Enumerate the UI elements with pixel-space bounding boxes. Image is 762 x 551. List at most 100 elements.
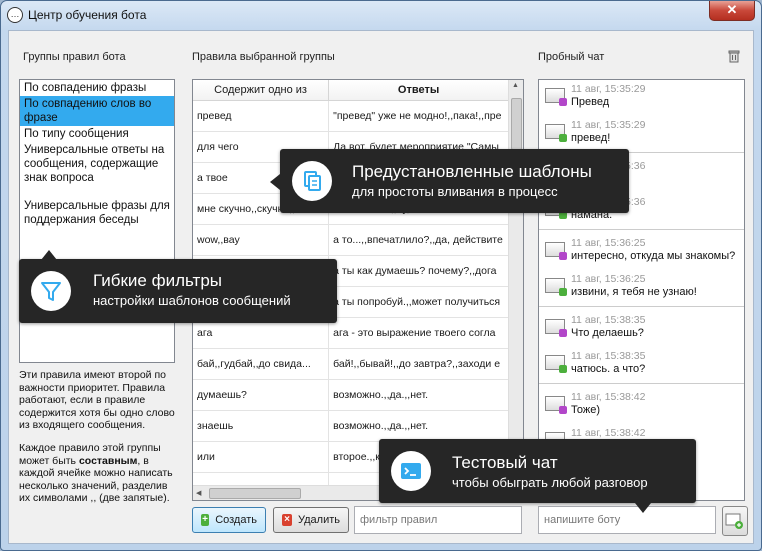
chat-message-input[interactable]: напишите боту [538,506,716,534]
cell-answers[interactable]: возможно.,,да.,,нет. [329,411,509,441]
message-timestamp: 11 авг, 15:36:25 [571,237,646,249]
groups-label: Группы правил бота [23,51,126,63]
main-window: … Центр обучения бота ✕ Группы правил бо… [0,0,762,551]
test-chat-title: Тестовый чат [452,453,558,472]
rule-group-item[interactable]: Универсальные фразы для поддержания бесе… [20,198,174,228]
cell-contains[interactable]: бай,,гудбай,,до свида... [193,349,330,379]
table-row[interactable]: думаешь? возможно.,,да.,,нет. [193,380,509,411]
message-text: Тоже) [571,404,600,416]
cell-answers[interactable]: а ты попробуй.,,может получиться [329,287,509,317]
chat-message: 11 авг, 15:36:25 интересно, откуда мы зна… [539,234,744,270]
cell-answers[interactable]: "превед" уже не модно!,,пака!,,пре [329,101,509,131]
create-rule-button[interactable]: + Создать [192,507,266,533]
chat-message: 11 авг, 15:38:35 чатюсь. а что? [539,347,744,383]
filters-title: Гибкие фильтры [93,271,222,290]
cell-answers[interactable]: бай!,,бывай!,,до завтра?,,заходи е [329,349,509,379]
close-button[interactable]: ✕ [709,1,755,21]
description-priority: Эти правила имеют второй по важности при… [19,369,175,432]
scroll-left-icon[interactable]: ◀ [196,489,201,497]
send-icon [725,513,743,529]
filter-funnel-icon [31,271,71,311]
grid-header: Содержит одно из Ответы [193,80,509,101]
test-chat-callout: Тестовый чат чтобы обыграть любой разгов… [379,439,696,503]
message-timestamp: 11 авг, 15:35:29 [571,119,646,131]
cell-contains[interactable]: знаешь [193,411,330,441]
test-chat-subtitle: чтобы обыграть любой разговор [452,475,648,490]
rule-group-item[interactable]: По совпадению слов во фразе [20,96,174,126]
title-bar[interactable]: … Центр обучения бота ✕ [1,1,761,29]
chat-history[interactable]: 11 авг, 15:35:29 Превед 11 авг, 15:35:29 пр… [538,79,745,501]
user-envelope-icon [545,355,567,373]
cell-answers[interactable]: ага - это выражение твоего согла [329,318,509,348]
chat-message: 11 авг, 15:35:29 превед! [539,116,744,152]
rule-group-item[interactable]: По совпадению фразы [20,80,174,96]
delete-label: Удалить [298,514,340,526]
templates-callout-pointer [270,174,280,190]
chat-message: 11 авг, 15:38:35 Что делаешь? [539,311,744,347]
cell-contains[interactable]: или [193,442,330,472]
bot-envelope-icon [545,396,567,414]
cell-contains[interactable]: думаешь? [193,380,330,410]
bot-envelope-icon [545,319,567,337]
message-timestamp: 11 авг, 15:38:42 [571,427,646,439]
plus-icon: + [201,514,210,526]
cell-answers[interactable]: а то...,,впечатлило?,,да, действите [329,225,509,255]
message-text: превед! [571,132,611,144]
chat-message: 11 авг, 15:35:29 Превед [539,80,744,116]
group-description: Эти правила имеют второй по важности при… [19,369,179,515]
filters-callout: Гибкие фильтры настройки шаблонов сообще… [19,259,337,323]
message-timestamp: 11 авг, 15:38:42 [571,391,646,403]
chat-message: 11 авг, 15:36:25 извини, я тебя не узнаю! [539,270,744,306]
cell-answers[interactable]: возможно.,,да.,,нет. [329,380,509,410]
user-envelope-icon [545,124,567,142]
filter-rules-input[interactable]: фильтр правил [354,506,522,534]
chat-label: Пробный чат [538,51,605,63]
chat-message: 11 авг, 15:38:42 Тоже) [539,388,744,424]
cell-contains[interactable]: превед [193,101,330,131]
delete-x-icon: × [282,514,292,526]
rule-group-item[interactable]: По типу сообщения [20,126,174,142]
scroll-up-icon[interactable]: ▲ [512,82,519,89]
cell-answers[interactable]: а ты как думаешь? почему?,,дога [329,256,509,286]
templates-callout: Предустановленные шаблоны для простоты в… [280,149,629,213]
window-title: Центр обучения бота [28,8,147,22]
rule-group-item[interactable]: Универсальные ответы на сообщения, содер… [20,142,174,186]
templates-title: Предустановленные шаблоны [352,162,592,181]
templates-subtitle: для простоты вливания в процесс [352,184,558,199]
scroll-thumb-horizontal[interactable] [209,488,301,499]
send-message-button[interactable] [722,506,748,536]
templates-icon [292,161,332,201]
bot-envelope-icon [545,88,567,106]
column-header-answers[interactable]: Ответы [329,80,509,100]
clear-chat-trash-icon[interactable] [727,49,741,63]
column-header-contains[interactable]: Содержит одно из [193,80,330,100]
terminal-chat-icon [391,451,431,491]
create-label: Создать [215,514,257,526]
message-timestamp: 11 авг, 15:36:25 [571,273,646,285]
bot-envelope-icon [545,242,567,260]
message-text: Что делаешь? [571,327,644,339]
delete-rule-button[interactable]: × Удалить [273,507,349,533]
table-row[interactable]: превед "превед" уже не модно!,,пака!,,пре [193,101,509,132]
table-row[interactable]: wow,,вау а то...,,впечатлило?,,да, действ… [193,225,509,256]
user-envelope-icon [545,278,567,296]
message-text: Превед [571,96,610,108]
description-compound: Каждое правило этой группы может быть со… [19,441,173,505]
rules-label: Правила выбранной группы [192,51,335,63]
cell-contains[interactable]: wow,,вау [193,225,330,255]
filters-callout-pointer [41,250,57,260]
table-row[interactable]: знаешь возможно.,,да.,,нет. [193,411,509,442]
message-timestamp: 11 авг, 15:35:29 [571,83,646,95]
filters-subtitle: настройки шаблонов сообщений [93,293,291,308]
message-timestamp: 11 авг, 15:38:35 [571,314,646,326]
table-row[interactable]: бай,,гудбай,,до свида... бай!,,бывай!,,до… [193,349,509,380]
message-text: чатюсь. а что? [571,363,646,375]
rules-vertical-scrollbar[interactable]: ▲ [508,80,523,486]
scroll-thumb[interactable] [511,98,522,150]
message-text: интересно, откуда мы знакомы? [571,250,736,262]
test-chat-callout-pointer [635,503,651,513]
message-timestamp: 11 авг, 15:38:35 [571,350,646,362]
message-text: извини, я тебя не узнаю! [571,286,697,298]
chat-bubble-icon: … [7,7,23,23]
